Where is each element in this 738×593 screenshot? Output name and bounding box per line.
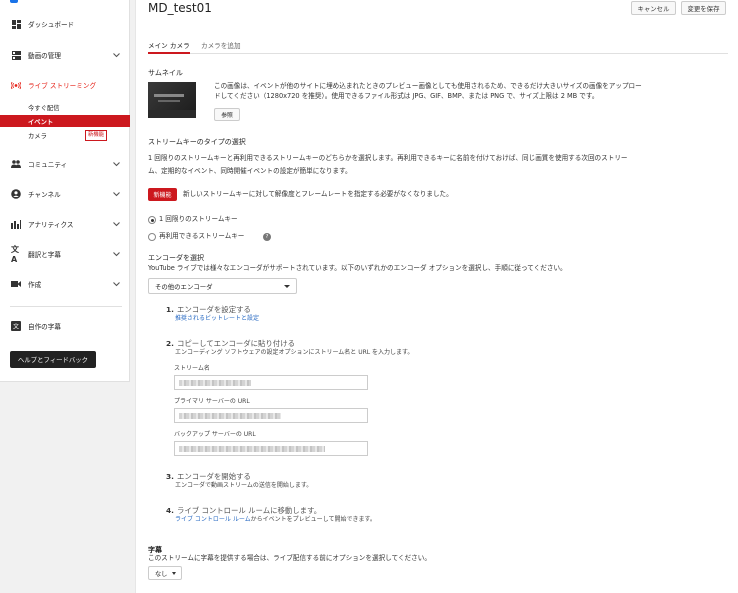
step-2-description: エンコーディング ソフトウェアの設定オプションにストリーム名と URL を入力し… bbox=[175, 349, 414, 356]
encoder-select-value: その他のエンコーダ bbox=[155, 282, 213, 291]
main-panel: MD_test01 キャンセル 変更を保存 メイン カメラ カメラを追加 サムネ… bbox=[135, 0, 738, 593]
sidebar-item-label: 翻訳と字幕 bbox=[28, 251, 61, 259]
radio-one-time-key[interactable] bbox=[148, 216, 156, 224]
primary-server-url-field[interactable] bbox=[174, 408, 368, 423]
encoder-select[interactable]: その他のエンコーダ bbox=[148, 278, 297, 294]
chevron-down-icon[interactable] bbox=[112, 51, 120, 59]
thumbnail-image[interactable] bbox=[148, 82, 196, 118]
stream-name-label: ストリーム名 bbox=[174, 365, 210, 372]
cancel-button[interactable]: キャンセル bbox=[631, 1, 676, 15]
captions-description: このストリームに字幕を提供する場合は、ライブ配信する前にオプションを選択してくだ… bbox=[148, 554, 431, 562]
step-4-description: ライブ コントロール ルームからイベントをプレビューして開始できます。 bbox=[175, 516, 376, 523]
sidebar-item-label: ライブ ストリーミング bbox=[28, 82, 97, 90]
primary-server-url-label: プライマリ サーバーの URL bbox=[174, 398, 250, 405]
encoder-description: YouTube ライブでは様々なエンコーダがサポートされています。以下のいずれか… bbox=[148, 264, 567, 272]
recommended-bitrate-link[interactable]: 推奨されるビットレートと設定 bbox=[175, 313, 259, 322]
dropdown-arrow-icon bbox=[284, 285, 290, 288]
thumbnail-description-line2: ドしてください（1280x720 を推奨）。使用できるファイル形式は JPG、G… bbox=[214, 92, 599, 100]
video-manager-icon bbox=[11, 50, 21, 60]
svg-text:文: 文 bbox=[13, 323, 19, 331]
stream-key-description-line2: ム、定期的なイベント、同時開催イベントの設定が簡単になります。 bbox=[148, 167, 352, 175]
sidebar-item-label: チャンネル bbox=[28, 191, 61, 199]
translate-icon: 文A bbox=[11, 245, 19, 264]
sidebar-item-label: コミュニティ bbox=[28, 161, 68, 169]
live-control-room-link[interactable]: ライブ コントロール ルーム bbox=[175, 516, 251, 523]
step-3-description: エンコーダで動画ストリームの送信を開始します。 bbox=[175, 482, 313, 489]
radio-reusable-key-label: 再利用できるストリームキー bbox=[159, 232, 245, 240]
tab-add-camera[interactable]: カメラを追加 bbox=[201, 40, 241, 54]
sidebar-item-dashboard[interactable]: ダッシュボード bbox=[0, 14, 130, 34]
sidebar-item-translations[interactable]: 文A 翻訳と字幕 bbox=[0, 244, 130, 264]
stream-key-description-line1: 1 回限りのストリームキーと再利用できるストリームキーのどちらかを選択します。再… bbox=[148, 154, 628, 162]
page-title: MD_test01 bbox=[148, 1, 212, 15]
video-camera-icon bbox=[11, 279, 21, 289]
sidebar-subitem-label: カメラ bbox=[28, 132, 47, 140]
radio-one-time-key-label: 1 回限りのストリームキー bbox=[159, 215, 238, 223]
stream-key-heading: ストリームキーのタイプの選択 bbox=[148, 138, 246, 146]
sidebar-item-my-subtitles[interactable]: 文 自作の字幕 bbox=[0, 316, 130, 336]
sidebar-subitem-live-now[interactable]: 今すぐ配信 bbox=[0, 101, 130, 113]
chevron-down-icon[interactable] bbox=[112, 160, 120, 168]
dropdown-arrow-icon bbox=[172, 572, 176, 575]
captions-select[interactable]: なし bbox=[148, 566, 182, 580]
sidebar-item-channel[interactable]: チャンネル bbox=[0, 184, 130, 204]
sidebar-item-label: アナリティクス bbox=[28, 221, 74, 229]
backup-server-url-field[interactable] bbox=[174, 441, 368, 456]
youtube-logo-fragment bbox=[10, 0, 18, 3]
browse-button[interactable]: 参照 bbox=[214, 108, 240, 121]
chevron-down-icon[interactable] bbox=[112, 250, 120, 258]
sidebar-subitem-camera[interactable]: カメラ 新機能 bbox=[0, 129, 130, 141]
chevron-down-icon[interactable] bbox=[112, 280, 120, 288]
bar-chart-icon bbox=[11, 219, 21, 229]
new-feature-badge: 新機能 bbox=[148, 188, 177, 201]
sidebar-item-live-streaming[interactable]: ライブ ストリーミング bbox=[0, 75, 130, 95]
sidebar-subitem-label: イベント bbox=[28, 118, 54, 126]
sidebar-item-community[interactable]: コミュニティ bbox=[0, 154, 130, 174]
sidebar-item-analytics[interactable]: アナリティクス bbox=[0, 214, 130, 234]
sidebar-item-create[interactable]: 作成 bbox=[0, 274, 130, 294]
sidebar-divider bbox=[10, 306, 122, 307]
sidebar-subitem-label: 今すぐ配信 bbox=[28, 104, 60, 112]
chevron-down-icon[interactable] bbox=[112, 190, 120, 198]
thumbnail-heading: サムネイル bbox=[148, 69, 183, 77]
new-feature-text: 新しいストリームキーに対して解像度とフレームレートを指定する必要がなくなりました… bbox=[183, 190, 453, 198]
subtitle-translate-icon: 文 bbox=[11, 321, 21, 331]
help-feedback-button[interactable]: ヘルプとフィードバック bbox=[10, 351, 96, 368]
save-button[interactable]: 変更を保存 bbox=[681, 1, 726, 15]
help-icon[interactable]: ? bbox=[263, 233, 271, 241]
sidebar-item-label: 動画の管理 bbox=[28, 52, 61, 60]
camera-tabs: メイン カメラ カメラを追加 bbox=[148, 38, 728, 54]
account-circle-icon bbox=[11, 189, 21, 199]
tab-main-camera[interactable]: メイン カメラ bbox=[148, 40, 190, 54]
radio-reusable-key[interactable] bbox=[148, 233, 156, 241]
dashboard-icon bbox=[11, 19, 21, 29]
sidebar-item-label: 自作の字幕 bbox=[28, 323, 61, 331]
sidebar-item-label: ダッシュボード bbox=[28, 21, 75, 29]
stream-name-field[interactable] bbox=[174, 375, 368, 390]
sidebar: ダッシュボード 動画の管理 ライブ ストリーミング 今すぐ配信 イベント カメラ… bbox=[0, 0, 130, 382]
captions-select-value: なし bbox=[155, 570, 168, 578]
encoder-heading: エンコーダを選択 bbox=[148, 254, 204, 262]
live-broadcast-icon bbox=[11, 80, 21, 90]
sidebar-item-video-manager[interactable]: 動画の管理 bbox=[0, 45, 130, 65]
chevron-down-icon[interactable] bbox=[112, 220, 120, 228]
sidebar-subitem-events[interactable]: イベント bbox=[0, 115, 130, 127]
sidebar-item-label: 作成 bbox=[28, 281, 42, 289]
new-feature-badge: 新機能 bbox=[85, 130, 108, 141]
backup-server-url-label: バックアップ サーバーの URL bbox=[174, 431, 256, 438]
community-icon bbox=[11, 159, 21, 169]
